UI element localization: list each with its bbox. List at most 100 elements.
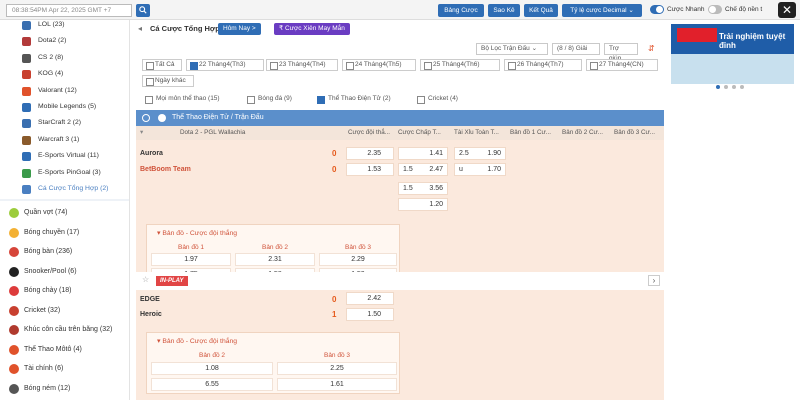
banner-dot[interactable] <box>716 85 720 89</box>
map-odds-button[interactable]: 2.25 <box>277 362 397 375</box>
map-odds-button[interactable]: 1.61 <box>277 378 397 391</box>
banner-dot[interactable] <box>724 85 728 89</box>
date-tab[interactable]: Tất Cả <box>142 59 182 71</box>
sidebar-sport-item[interactable]: Cricket (32) <box>0 301 129 321</box>
section-header[interactable]: Thể Thao Điện Tử / Trận Đấu <box>136 110 664 126</box>
sport-icon <box>9 208 19 219</box>
sport-filter-checkbox[interactable]: Mọi môn thể thao (15) <box>144 93 220 105</box>
sport-icon <box>9 383 19 394</box>
banner-field <box>671 54 794 84</box>
odds-button[interactable]: u 1.70 <box>454 163 506 176</box>
col-match-winner: Cược đội thắ... <box>348 129 390 136</box>
odds-button[interactable]: 1.53 <box>346 163 394 176</box>
sport-filter-checkbox[interactable]: Bóng đá (9) <box>246 93 292 105</box>
sidebar-sub-item[interactable]: Cá Cược Tổng Hợp (2) <box>0 181 129 197</box>
odds-button[interactable]: 2.42 <box>346 292 394 305</box>
game-icon <box>22 21 31 30</box>
sport-icon <box>9 247 19 258</box>
handicap-line: 1.5 <box>403 185 413 192</box>
sidebar-item-label: Valorant (12) <box>38 86 77 94</box>
date-tab[interactable]: 27 Tháng4(CN) <box>586 59 658 71</box>
odds-button[interactable]: 1.20 <box>398 198 448 211</box>
odds-button[interactable]: 1.41 <box>398 147 448 160</box>
page-title: Cá Cược Tổng Hợp <box>150 24 220 33</box>
odds-button[interactable]: 2.35 <box>346 147 394 160</box>
sidebar-sport-item[interactable]: Tài chính (6) <box>0 359 129 379</box>
bet-list-button[interactable]: Bảng Cược <box>438 4 484 17</box>
odds-value: 1.90 <box>487 150 501 157</box>
date-tab[interactable]: 25 Tháng4(Th6) <box>420 59 500 71</box>
sidebar-sport-item[interactable]: Khúc côn cầu trên băng (32) <box>0 320 129 340</box>
map-odds-button[interactable]: 1.97 <box>151 253 231 266</box>
map-panel-title[interactable]: ▾ Bản đồ - Cược đội thắng <box>157 229 237 237</box>
sport-icon <box>9 286 19 297</box>
sidebar-sport-item[interactable]: Thể Thao Môtô (4) <box>0 340 129 360</box>
collapse-icon[interactable]: ◂ <box>138 24 142 33</box>
sport-filter-checkbox[interactable]: Thể Thao Điện Tử (2) <box>316 93 391 105</box>
expand-icon[interactable]: ▾ <box>140 126 143 140</box>
col-map2: Bản đồ 2 Cư... <box>562 129 603 136</box>
sport-filter-checkbox[interactable]: Cricket (4) <box>416 93 458 105</box>
sidebar-sport-item[interactable]: Bóng chày (18) <box>0 281 129 301</box>
game-icon <box>22 119 31 129</box>
settings-icon[interactable]: ⇵ <box>648 44 655 53</box>
league-count-select[interactable]: (8 / 8) Giải <box>552 43 600 55</box>
more-markets-arrow[interactable]: › <box>648 275 660 286</box>
map-odds-button[interactable]: 1.08 <box>151 362 273 375</box>
odds-button[interactable]: 1.5 2.47 <box>398 163 448 176</box>
banner-dot[interactable] <box>732 85 736 89</box>
date-tab[interactable]: 24 Tháng4(Th5) <box>342 59 416 71</box>
sidebar-sub-item[interactable]: LOL (23) <box>0 20 129 33</box>
sidebar-sport-item[interactable]: Bóng bàn (236) <box>0 242 129 262</box>
sidebar-item-label: Bóng bàn (236) <box>24 248 73 256</box>
map-odds-button[interactable]: 2.31 <box>235 253 315 266</box>
sidebar-sub-item[interactable]: CS 2 (8) <box>0 50 129 66</box>
sidebar-sub-item[interactable]: KOG (4) <box>0 66 129 82</box>
handicap-line: 1.5 <box>403 166 413 173</box>
sidebar-sport-item[interactable]: Snooker/Pool (6) <box>0 262 129 282</box>
sidebar-sport-item[interactable]: Quần vợt (74) <box>0 203 129 223</box>
odds-button[interactable]: 2.5 1.90 <box>454 147 506 160</box>
date-tab[interactable]: 26 Tháng4(Th7) <box>504 59 582 71</box>
sidebar-sub-item[interactable]: E-Sports PinGoal (3) <box>0 165 129 181</box>
sidebar-sub-item[interactable]: E-Sports Virtual (11) <box>0 148 129 164</box>
search-button[interactable] <box>136 4 150 17</box>
date-tab[interactable]: Ngày khác <box>142 75 194 87</box>
help-button[interactable]: Trợ giúp <box>604 43 638 62</box>
match-filter-select[interactable]: Bộ Lọc Trận Đấu ⌄ <box>476 43 548 55</box>
sidebar-sub-item[interactable]: Valorant (12) <box>0 83 129 99</box>
sidebar-sport-item[interactable]: Bóng chuyền (17) <box>0 223 129 243</box>
odds-value: 1.53 <box>367 166 381 173</box>
background-mode-toggle[interactable] <box>708 5 722 14</box>
date-tab[interactable]: 22 Tháng4(Th3) <box>186 59 264 71</box>
lucky-parlay-button[interactable]: ₹ Cược Xiên May Mắn <box>274 23 350 35</box>
sidebar-sub-item[interactable]: Warcraft 3 (1) <box>0 132 129 148</box>
sidebar-sub-item[interactable]: StarCraft 2 (2) <box>0 115 129 131</box>
odds-type-select[interactable]: Tỷ lệ cược Decimal ⌄ <box>562 4 642 17</box>
sidebar-sub-item[interactable]: Dota2 (2) <box>0 33 129 49</box>
statement-button[interactable]: Sao Kê <box>488 4 520 17</box>
map-odds-button[interactable]: 6.55 <box>151 378 273 391</box>
sport-icon <box>9 364 19 375</box>
odds-value: 1.41 <box>429 150 443 157</box>
banner-dot[interactable] <box>740 85 744 89</box>
odds-button[interactable]: 1.50 <box>346 308 394 321</box>
team2-name: BetBoom Team <box>140 166 191 173</box>
map-panel-title[interactable]: ▾ Bản đồ - Cược đội thắng <box>157 337 237 345</box>
today-button[interactable]: Hôm Nay > <box>218 23 261 35</box>
map-odds-button[interactable]: 2.29 <box>319 253 397 266</box>
quick-bet-toggle[interactable] <box>650 5 664 14</box>
results-button[interactable]: Kết Quả <box>524 4 558 17</box>
collapse-circle-icon[interactable] <box>142 114 150 122</box>
sidebar-sport-item[interactable]: Bóng ném (12) <box>0 379 129 399</box>
odds-value: 1.70 <box>487 166 501 173</box>
sidebar-sub-item[interactable]: Mobile Legends (5) <box>0 99 129 115</box>
promo-banner[interactable]: Trải nghiệm tuyệt đỉnh <box>671 24 794 84</box>
star-icon[interactable]: ☆ <box>142 275 149 284</box>
odds-button[interactable]: 1.5 3.56 <box>398 182 448 195</box>
map-header: Bản đồ 3 <box>323 352 351 359</box>
close-icon[interactable]: ✕ <box>778 2 796 18</box>
match2-header-row: ☆ › <box>136 272 664 290</box>
col-map3: Bản đồ 3 Cư... <box>614 129 655 136</box>
date-tab[interactable]: 23 Tháng4(Th4) <box>266 59 338 71</box>
